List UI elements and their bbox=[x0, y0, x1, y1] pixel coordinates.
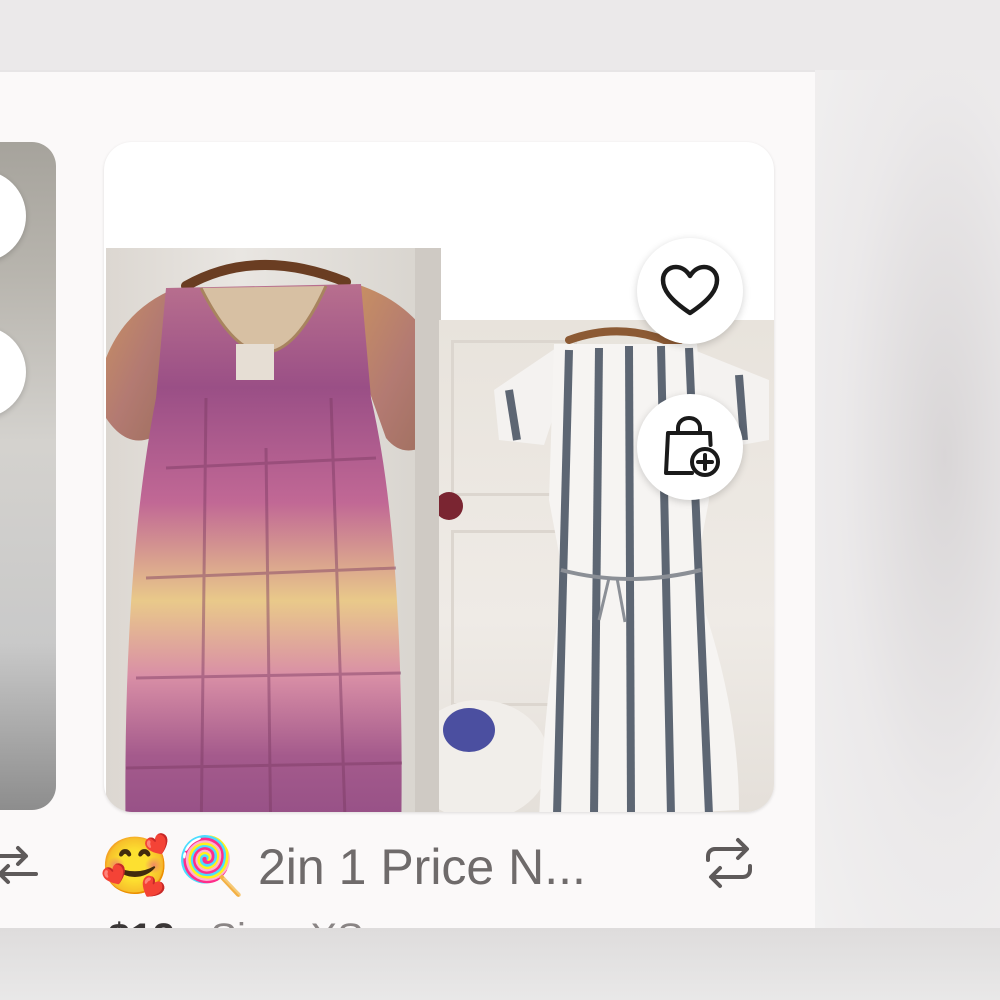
listing-title-text: 2in 1 Price N... bbox=[258, 839, 586, 895]
repost-icon[interactable] bbox=[700, 834, 758, 892]
heart-icon bbox=[660, 264, 720, 316]
title-emoji-lollipop: 🍭 bbox=[176, 834, 246, 899]
listing-feed: 🥰 🍭 2in 1 Price N... $12 · Size: XS bbox=[0, 72, 815, 928]
background-blur-top bbox=[0, 0, 1000, 70]
listing-photo-plaid-dress bbox=[106, 248, 441, 812]
add-to-bundle-button[interactable] bbox=[637, 394, 743, 500]
listing-card[interactable] bbox=[104, 142, 774, 812]
background-blur-bottom bbox=[0, 928, 1000, 1000]
listing-title[interactable]: 🥰 🍭 2in 1 Price N... bbox=[100, 822, 800, 912]
background-blur-right bbox=[815, 70, 1000, 930]
previous-repost-icon[interactable] bbox=[0, 834, 40, 894]
listing-photo-striped-dress bbox=[439, 320, 774, 812]
price-size-row: $12 · Size: XS bbox=[108, 908, 364, 928]
price-label: $12 bbox=[108, 916, 175, 928]
title-emoji-smiling-hearts: 🥰 bbox=[100, 834, 170, 899]
size-label: Size: XS bbox=[210, 916, 363, 928]
shopping-bag-add-icon bbox=[664, 415, 720, 477]
like-button[interactable] bbox=[637, 238, 743, 344]
